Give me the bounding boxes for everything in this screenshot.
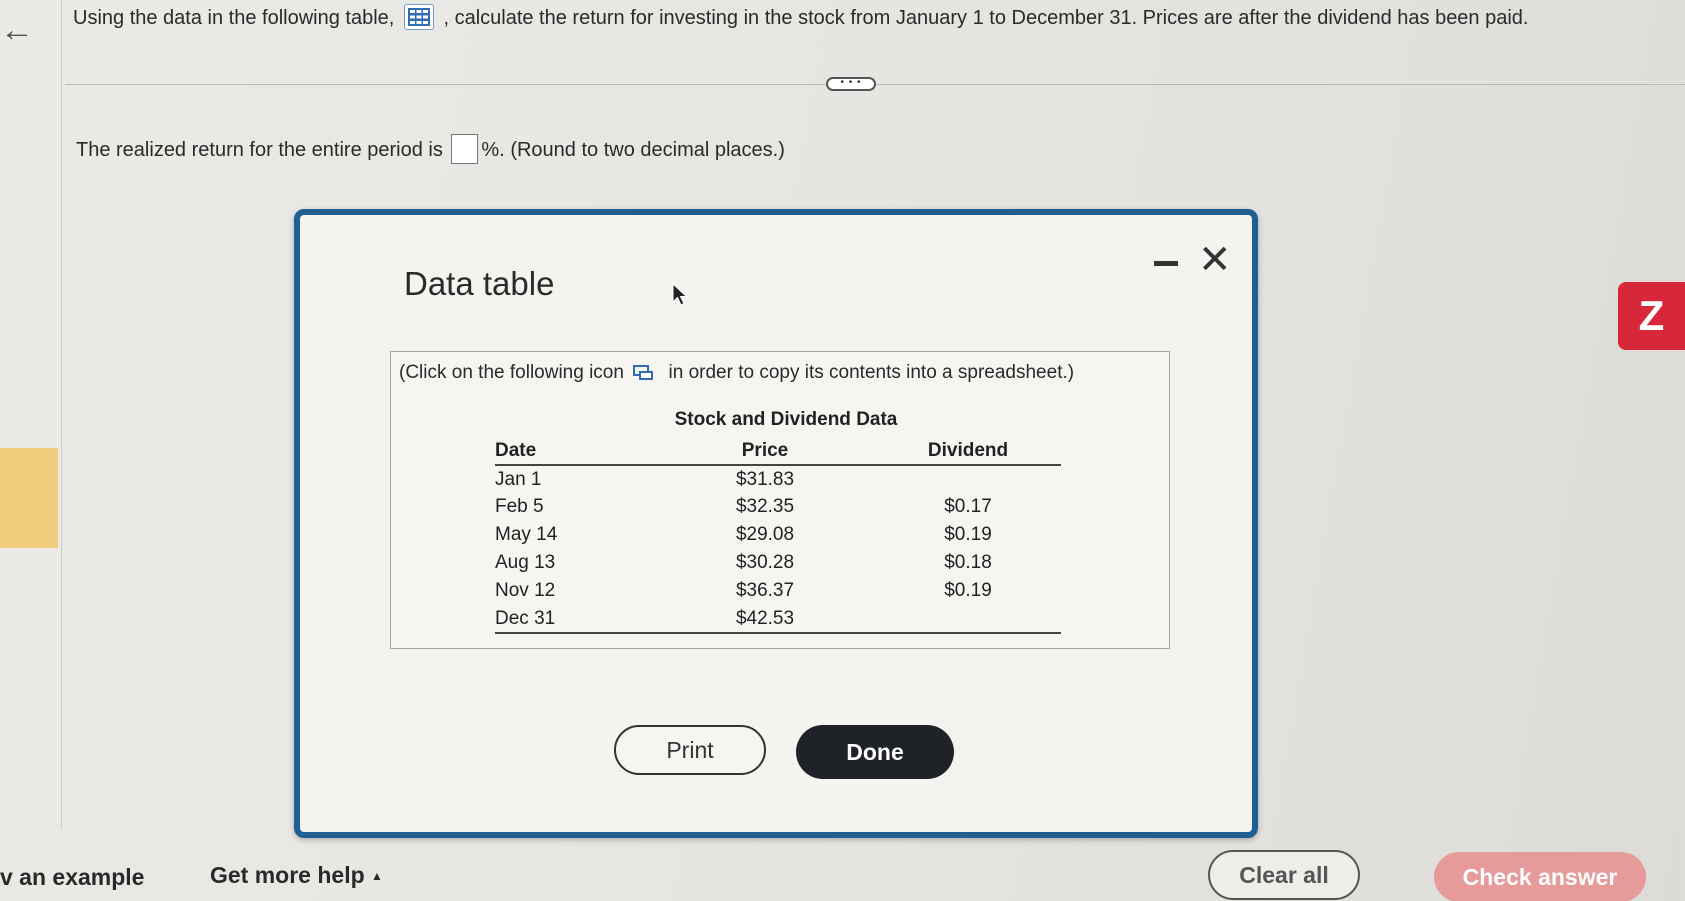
cell-date: Nov 12 — [495, 580, 556, 601]
cell-price: $29.08 — [735, 524, 795, 545]
column-header-dividend: Dividend — [875, 437, 1061, 466]
get-more-help-label: Get more help — [210, 862, 365, 888]
answer-line: The realized return for the entire perio… — [76, 134, 785, 164]
answer-suffix: %. (Round to two decimal places.) — [481, 139, 785, 161]
cell-date: Dec 31 — [495, 605, 655, 634]
cell-price: $36.37 — [735, 580, 795, 601]
cell-price: $32.35 — [735, 496, 795, 517]
table-title: Stock and Dividend Data — [674, 409, 898, 430]
copy-instructions-start: (Click on the following icon — [399, 362, 624, 383]
table-grid-icon[interactable] — [403, 4, 434, 30]
stock-dividend-table: Date Price Dividend Jan 1 $31.83 Feb 5 $… — [495, 437, 1061, 634]
done-button[interactable]: Done — [796, 725, 954, 779]
copy-instructions-end: in order to copy its contents into a spr… — [668, 362, 1075, 383]
cell-date: Aug 13 — [495, 552, 556, 573]
table-row: Aug 13 $30.28 $0.18 — [495, 549, 1061, 577]
cell-dividend: $0.17 — [944, 496, 992, 517]
cell-price: $42.53 — [655, 605, 875, 634]
data-panel: (Click on the following icon in order to… — [390, 351, 1170, 649]
side-highlight — [0, 448, 58, 548]
caret-up-icon: ▲ — [371, 869, 383, 883]
table-row: Jan 1 $31.83 — [495, 465, 1061, 493]
arrow-left-icon[interactable]: ← — [0, 10, 34, 50]
cell-dividend — [875, 465, 1061, 493]
dialog-title: Data table — [404, 265, 555, 302]
question-text-start: Using the data in the following table, — [73, 7, 395, 29]
cell-dividend: $0.18 — [944, 552, 992, 573]
cell-dividend: $0.19 — [944, 580, 992, 601]
cell-dividend — [875, 605, 1061, 634]
left-strip — [0, 0, 62, 830]
mouse-cursor-icon — [672, 282, 688, 313]
answer-prompt: The realized return for the entire perio… — [76, 139, 443, 161]
clear-all-button[interactable]: Clear all — [1208, 850, 1360, 900]
question-text-end: , calculate the return for investing in … — [443, 7, 1529, 29]
table-header-row: Date Price Dividend — [495, 437, 1061, 466]
cell-dividend: $0.19 — [944, 524, 992, 545]
cell-date: Feb 5 — [495, 496, 544, 517]
cell-price: $30.28 — [735, 552, 795, 573]
column-header-date: Date — [495, 437, 655, 466]
table-row: Feb 5 $32.35 $0.17 — [495, 493, 1061, 521]
minimize-icon[interactable] — [1154, 261, 1178, 266]
table-row: Dec 31 $42.53 — [495, 605, 1061, 634]
copy-spreadsheet-icon[interactable] — [633, 364, 655, 380]
question-text: Using the data in the following table, ,… — [73, 4, 1633, 30]
cell-price: $31.83 — [735, 468, 795, 490]
print-button[interactable]: Print — [614, 725, 766, 775]
side-badge[interactable]: Z — [1618, 282, 1685, 350]
answer-input[interactable] — [451, 134, 479, 164]
cell-date: May 14 — [495, 524, 558, 545]
table-row: May 14 $29.08 $0.19 — [495, 521, 1061, 549]
expand-more-button[interactable]: • • • — [826, 77, 876, 91]
cell-date: Jan 1 — [495, 468, 542, 490]
column-header-price: Price — [655, 437, 875, 466]
check-answer-button[interactable]: Check answer — [1434, 852, 1646, 901]
table-row: Nov 12 $36.37 $0.19 — [495, 577, 1061, 605]
copy-instructions: (Click on the following icon in order to… — [399, 362, 1074, 384]
get-more-help-button[interactable]: Get more help ▲ — [210, 862, 383, 889]
close-icon[interactable]: ✕ — [1198, 235, 1232, 285]
data-table-dialog: Data table ✕ (Click on the following ico… — [294, 209, 1258, 838]
view-example-link[interactable]: v an example — [0, 864, 144, 891]
